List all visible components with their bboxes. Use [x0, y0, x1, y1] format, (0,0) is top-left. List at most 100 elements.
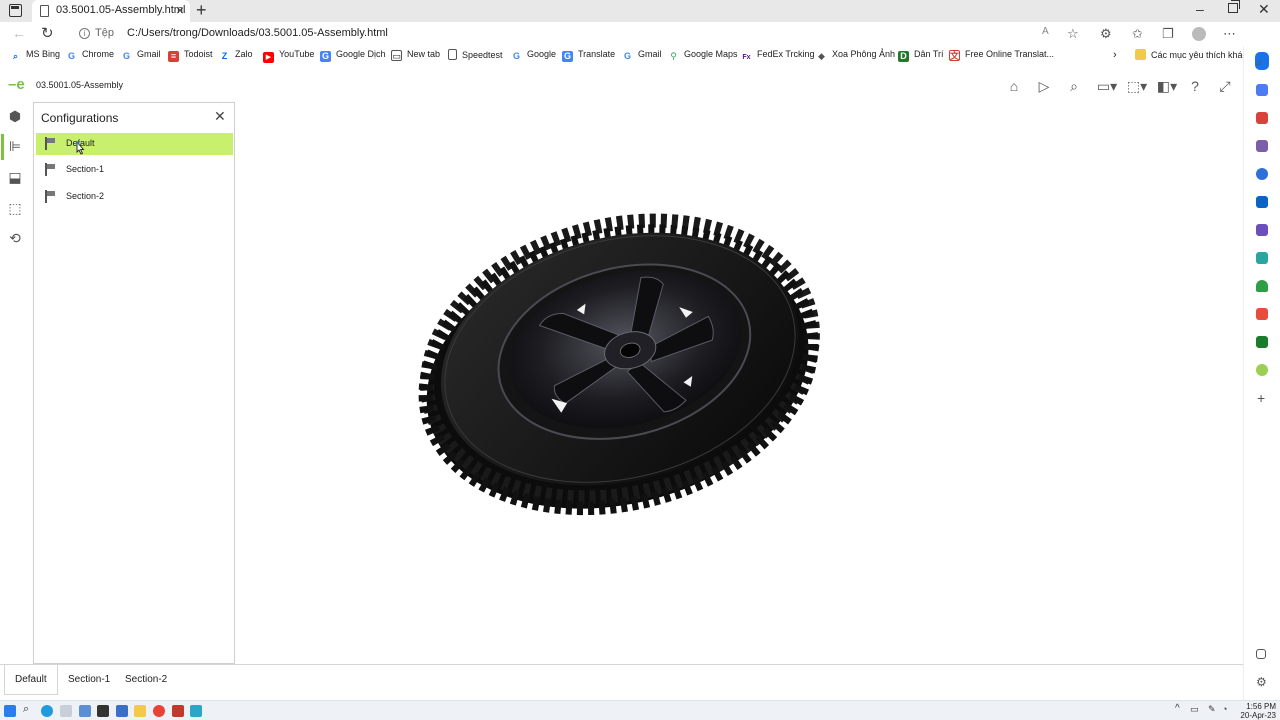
games-icon[interactable]: [1256, 140, 1268, 152]
pen-icon[interactable]: ✎: [1208, 704, 1216, 715]
bookmark-item[interactable]: 文 Free Online Translat...: [949, 49, 1054, 63]
explode-icon[interactable]: ⬓: [6, 168, 24, 186]
configurations-icon[interactable]: ⊫: [6, 137, 24, 155]
windows-start-icon[interactable]: [4, 705, 16, 717]
config-item-section-1[interactable]: Section-1: [36, 159, 233, 181]
bookmarks-bar: ⌕ MS Bing G Chrome G Gmail ≡ Todoist Z Zalo ▶…: [0, 46, 1280, 66]
bookmark-label: YouTube: [279, 49, 315, 59]
shopping-icon[interactable]: [1256, 84, 1268, 96]
home-view-icon[interactable]: ⌂: [1005, 77, 1023, 95]
play-animation-icon[interactable]: ▷: [1035, 77, 1053, 95]
reload-button[interactable]: ↻: [41, 24, 54, 42]
new-tab-button[interactable]: +: [196, 0, 207, 21]
close-window-button[interactable]: ✕: [1258, 1, 1270, 18]
favorite-star-icon[interactable]: ☆: [1067, 26, 1079, 42]
bookmark-item[interactable]: D Dân Trí: [898, 49, 944, 63]
minimize-button[interactable]: –: [1196, 1, 1204, 17]
translate-icon: 文: [949, 50, 960, 61]
app-icon[interactable]: [79, 705, 91, 717]
bookmark-item[interactable]: ◆ Xoa Phông Ảnh: [816, 49, 895, 63]
file-explorer-icon[interactable]: [134, 705, 146, 717]
bookmark-label: Google: [527, 49, 557, 59]
app-icon[interactable]: [172, 705, 184, 717]
bookmark-item[interactable]: ▭ New tab: [391, 49, 440, 63]
bookmark-item[interactable]: ▶ YouTube: [263, 49, 314, 63]
office-icon[interactable]: [1256, 168, 1268, 180]
bookmark-item[interactable]: ≡ Todoist: [168, 49, 213, 63]
help-icon[interactable]: ?: [1186, 77, 1204, 95]
bookmark-item[interactable]: G Translate: [562, 49, 615, 63]
collections-icon[interactable]: ❐: [1162, 26, 1174, 42]
fullscreen-icon[interactable]: ⤢: [1216, 77, 1234, 95]
configuration-tabs: Default Section-1 Section-2: [0, 664, 1243, 700]
close-icon[interactable]: ✕: [214, 108, 226, 125]
bookmark-item[interactable]: ⌕ MS Bing: [10, 49, 60, 63]
check-icon[interactable]: [1256, 364, 1268, 376]
info-icon[interactable]: i: [79, 28, 90, 39]
3d-viewport[interactable]: [236, 100, 1242, 663]
bookmark-item[interactable]: Speedtest: [448, 49, 503, 63]
read-aloud-icon[interactable]: A: [1042, 26, 1049, 37]
bookmark-item[interactable]: ⚲ Google Maps: [668, 49, 737, 63]
terminal-icon[interactable]: [97, 705, 109, 717]
outlook-icon[interactable]: [1256, 196, 1268, 208]
tray-app-icon[interactable]: ▭: [1190, 704, 1199, 715]
shopping-bag-icon[interactable]: [1256, 308, 1268, 320]
tab-section-1[interactable]: Section-1: [58, 665, 120, 695]
active-tool-indicator: [1, 134, 4, 160]
bookmark-item[interactable]: Fx FedEx Trcking: [741, 49, 814, 63]
extensions-icon[interactable]: ⚙: [1100, 26, 1112, 42]
wheel-model[interactable]: [394, 182, 845, 548]
wifi-icon[interactable]: ◔: [1222, 704, 1227, 714]
edge-browser-icon[interactable]: [41, 705, 53, 717]
app-icon[interactable]: [60, 705, 72, 717]
bookmark-item[interactable]: Z Zalo: [219, 49, 253, 63]
section-view-icon[interactable]: ◧▾: [1156, 77, 1178, 95]
restore-button[interactable]: [1228, 0, 1240, 13]
bookmark-item[interactable]: G Chrome: [66, 49, 114, 63]
other-favorites-folder[interactable]: Các mục yêu thích khác: [1135, 49, 1247, 63]
tools-icon[interactable]: [1256, 112, 1268, 124]
parts-icon[interactable]: ⬚: [6, 199, 24, 217]
dantri-icon[interactable]: [1256, 336, 1268, 348]
bookmark-item[interactable]: G Google: [511, 49, 556, 63]
bookmark-label: MS Bing: [26, 49, 61, 59]
bookmark-item[interactable]: G Gmail: [121, 49, 161, 63]
model-view-icon[interactable]: ⬢: [6, 107, 24, 125]
document-icon: [40, 5, 49, 17]
app-icon[interactable]: [190, 705, 202, 717]
back-button[interactable]: ←: [12, 25, 26, 41]
url-field[interactable]: C:/Users/trong/Downloads/03.5001.05-Asse…: [127, 27, 388, 39]
search-icon: ⌕: [12, 51, 19, 61]
tray-chevron-icon[interactable]: ^: [1175, 703, 1180, 714]
search-icon[interactable]: ⌕: [23, 703, 29, 716]
zoom-icon[interactable]: ⌕: [1065, 77, 1083, 95]
drop-icon[interactable]: [1256, 252, 1268, 264]
tree-icon[interactable]: [1256, 280, 1268, 292]
measure-icon[interactable]: ⟲: [6, 229, 24, 247]
add-icon[interactable]: +: [1257, 390, 1265, 406]
config-item-section-2[interactable]: Section-2: [36, 186, 233, 208]
view-orientation-icon[interactable]: ⬚▾: [1126, 77, 1148, 95]
close-tab-icon[interactable]: ×: [176, 2, 184, 18]
bookmark-item[interactable]: G Gmail: [622, 49, 662, 63]
bookmark-label: Gmail: [137, 49, 161, 59]
bookmarks-overflow-chevron-icon[interactable]: ›: [1113, 49, 1117, 63]
tab-default[interactable]: Default: [4, 665, 58, 695]
favorites-icon[interactable]: ✩: [1132, 26, 1143, 42]
tab-section-2[interactable]: Section-2: [115, 665, 177, 695]
display-mode-icon[interactable]: ▭▾: [1096, 77, 1118, 95]
app-icon[interactable]: [116, 705, 128, 717]
sidebar-toggle-icon[interactable]: [1256, 649, 1266, 659]
browser-tab[interactable]: 03.5001.05-Assembly.html ×: [32, 0, 190, 22]
taskbar-clock[interactable]: 1:56 PM 20-Apr-23: [1238, 702, 1276, 720]
bookmark-item[interactable]: G Google Dịch: [320, 49, 386, 63]
config-item-default[interactable]: Default: [36, 133, 233, 155]
chrome-icon[interactable]: [153, 705, 165, 717]
search-icon[interactable]: ⌕: [1256, 55, 1263, 70]
settings-gear-icon[interactable]: ⚙: [1256, 675, 1267, 689]
window-menu-icon[interactable]: [9, 4, 22, 17]
profile-avatar[interactable]: [1192, 27, 1206, 41]
more-menu-icon[interactable]: ⋯: [1223, 26, 1236, 42]
designer-icon[interactable]: [1256, 224, 1268, 236]
